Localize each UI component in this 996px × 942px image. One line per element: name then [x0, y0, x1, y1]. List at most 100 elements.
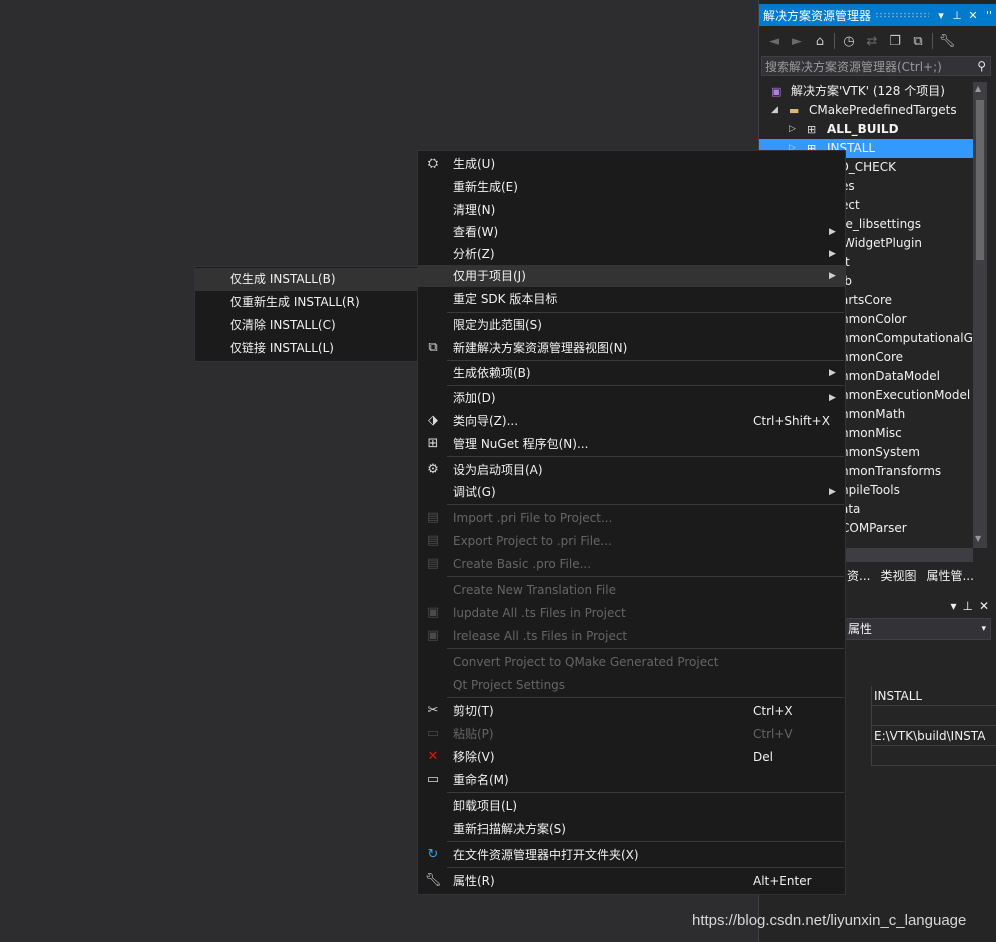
chevron-down-icon[interactable]: ▾ [981, 619, 986, 639]
menu-item-lupdate[interactable]: ▣ lupdate All .ts Files in Project [418, 602, 845, 624]
submenu-arrow-icon: ▶ [829, 393, 836, 403]
tree-item-project[interactable]: ▷ ⊞ ALL_BUILD [759, 120, 973, 139]
scroll-down-icon[interactable]: ▼ [975, 534, 981, 543]
menu-item-cut[interactable]: ✂ 剪切(T) Ctrl+X [418, 700, 845, 722]
sync-icon[interactable]: ⇄ [863, 34, 881, 49]
expanded-arrow-icon[interactable]: ◢ [771, 101, 778, 120]
menu-item-scope-to-this[interactable]: 限定为此范围(S) [418, 314, 845, 336]
menu-item-new-explorer-view[interactable]: ⧉ 新建解决方案资源管理器视图(N) [418, 337, 845, 359]
toolbar-divider [932, 33, 933, 49]
menu-item-debug[interactable]: 调试(G) ▶ [418, 481, 845, 503]
menu-item-build[interactable]: ⛭ 生成(U) [418, 153, 845, 175]
menu-item-new-translation[interactable]: Create New Translation File [418, 579, 845, 601]
menu-separator [447, 697, 844, 698]
rename-icon: ▭ [426, 772, 440, 787]
menu-item-project-only[interactable]: 仅用于项目(J) ▶ [418, 265, 845, 287]
close-icon[interactable]: ✕ [965, 9, 981, 22]
menu-item-retarget-sdk[interactable]: 重定 SDK 版本目标 [418, 288, 845, 310]
project-only-submenu: 仅生成 INSTALL(B) 仅重新生成 INSTALL(R) 仅清除 INST… [194, 266, 418, 362]
menu-item-lrelease[interactable]: ▣ lrelease All .ts Files in Project [418, 625, 845, 647]
menu-item-unload-project[interactable]: 卸载项目(L) [418, 795, 845, 817]
pin-icon[interactable]: ⊥ [962, 599, 972, 613]
submenu-item-rebuild-only[interactable]: 仅重新生成 INSTALL(R) [195, 291, 417, 314]
menu-item-create-pro[interactable]: ▤ Create Basic .pro File... [418, 553, 845, 575]
menu-item-remove[interactable]: ✕ 移除(V) Del [418, 746, 845, 768]
submenu-item-build-only[interactable]: 仅生成 INSTALL(B) [195, 268, 417, 291]
wrench-icon: 🔧︎ [424, 873, 442, 888]
menu-item-open-in-explorer[interactable]: ↻ 在文件资源管理器中打开文件夹(X) [418, 844, 845, 866]
submenu-item-link-only[interactable]: 仅链接 INSTALL(L) [195, 337, 417, 360]
chevron-down-icon[interactable]: ▾ [950, 599, 956, 613]
project-context-menu: ⛭ 生成(U) 重新生成(E) 清理(N) 查看(W) ▶ 分析(Z) ▶ 仅用… [417, 150, 846, 895]
wrench-icon[interactable]: 🔧︎ [938, 34, 956, 49]
solution-search-input[interactable]: 搜索解决方案资源管理器(Ctrl+;) ⚲ [761, 56, 991, 76]
menu-item-set-startup[interactable]: ⚙ 设为启动项目(A) [418, 459, 845, 481]
new-view-icon: ⧉ [428, 340, 438, 355]
back-icon[interactable]: ◄ [765, 34, 783, 49]
menu-item-rebuild[interactable]: 重新生成(E) [418, 176, 845, 198]
menu-item-properties[interactable]: 🔧︎ 属性(R) Alt+Enter [418, 870, 845, 892]
nuget-icon: ⊞ [427, 436, 439, 451]
overflow-icon[interactable]: '' [981, 9, 996, 22]
menu-separator [447, 504, 844, 505]
property-value-path[interactable]: E:\VTK\build\INSTA [871, 726, 996, 746]
menu-item-build-dependencies[interactable]: 生成依赖项(B) ▶ [418, 362, 845, 384]
menu-item-paste[interactable]: ▭ 粘贴(P) Ctrl+V [418, 723, 845, 745]
create-pro-icon: ▤ [426, 556, 440, 571]
lupdate-icon: ▣ [426, 605, 440, 620]
chevron-down-icon[interactable]: ▾ [933, 9, 949, 22]
menu-separator [447, 867, 844, 868]
property-value-blank[interactable] [871, 746, 996, 766]
tree-item-folder[interactable]: ◢ ▬ CMakePredefinedTargets [759, 101, 973, 120]
scroll-up-icon[interactable]: ▲ [975, 84, 981, 93]
toolbar-divider [834, 33, 835, 49]
tree-item-solution[interactable]: ▣ 解决方案'VTK' (128 个项目) [759, 82, 973, 101]
collapse-icon[interactable]: ❐ [886, 34, 904, 49]
submenu-item-clean-only[interactable]: 仅清除 INSTALL(C) [195, 314, 417, 337]
tree-vertical-scrollbar[interactable]: ▲ ▼ [973, 82, 987, 548]
properties-object-select[interactable]: 属性 ▾ [845, 618, 991, 640]
search-icon[interactable]: ⚲ [977, 59, 986, 73]
menu-item-export-pri[interactable]: ▤ Export Project to .pri File... [418, 530, 845, 552]
watermark-text: https://blog.csdn.net/liyunxin_c_languag… [692, 912, 967, 929]
menu-separator [447, 456, 844, 457]
menu-item-clean[interactable]: 清理(N) [418, 199, 845, 221]
folder-icon: ▬ [789, 104, 800, 117]
menu-item-qt-settings[interactable]: Qt Project Settings [418, 674, 845, 696]
menu-item-view[interactable]: 查看(W) ▶ [418, 221, 845, 243]
pin-icon[interactable]: ⊥ [949, 9, 965, 22]
tab-solution-explorer[interactable]: 资... [847, 566, 870, 586]
history-icon[interactable]: ◷ [840, 34, 858, 49]
menu-item-class-wizard[interactable]: ⬗ 类向导(Z)... Ctrl+Shift+X [418, 410, 845, 432]
close-icon[interactable]: ✕ [979, 599, 989, 613]
scissors-icon: ✂ [427, 703, 439, 718]
menu-item-rename[interactable]: ▭ 重命名(M) [418, 769, 845, 791]
property-value-name[interactable]: INSTALL [871, 686, 996, 706]
title-grip[interactable] [875, 12, 929, 18]
paste-icon: ▭ [426, 726, 440, 741]
copy-icon[interactable]: ⧉ [909, 34, 927, 49]
solution-explorer-title-bar: 解决方案资源管理器 ▾ ⊥ ✕ '' [759, 4, 996, 26]
submenu-arrow-icon: ▶ [829, 368, 836, 378]
menu-item-import-pri[interactable]: ▤ Import .pri File to Project... [418, 507, 845, 529]
menu-item-rescan-solution[interactable]: 重新扫描解决方案(S) [418, 818, 845, 840]
menu-item-manage-nuget[interactable]: ⊞ 管理 NuGet 程序包(N)... [418, 433, 845, 455]
forward-icon[interactable]: ► [788, 34, 806, 49]
tab-class-view[interactable]: 类视图 [880, 566, 916, 586]
property-value-blank[interactable] [871, 706, 996, 726]
menu-separator [447, 385, 844, 386]
search-placeholder: 搜索解决方案资源管理器(Ctrl+;) [765, 59, 942, 74]
refresh-arrow-icon: ↻ [427, 847, 439, 862]
panel-title: 解决方案资源管理器 [763, 8, 872, 23]
solution-icon: ▣ [771, 85, 782, 98]
tab-property-manager[interactable]: 属性管... [926, 566, 973, 586]
menu-item-convert-qmake[interactable]: Convert Project to QMake Generated Proje… [418, 651, 845, 673]
menu-item-analyze[interactable]: 分析(Z) ▶ [418, 243, 845, 265]
home-icon[interactable]: ⌂ [811, 34, 829, 49]
submenu-arrow-icon: ▶ [829, 227, 836, 237]
lrelease-icon: ▣ [426, 628, 440, 643]
menu-separator [447, 792, 844, 793]
collapsed-arrow-icon[interactable]: ▷ [789, 120, 796, 139]
menu-item-add[interactable]: 添加(D) ▶ [418, 387, 845, 409]
scrollbar-thumb[interactable] [976, 100, 984, 260]
